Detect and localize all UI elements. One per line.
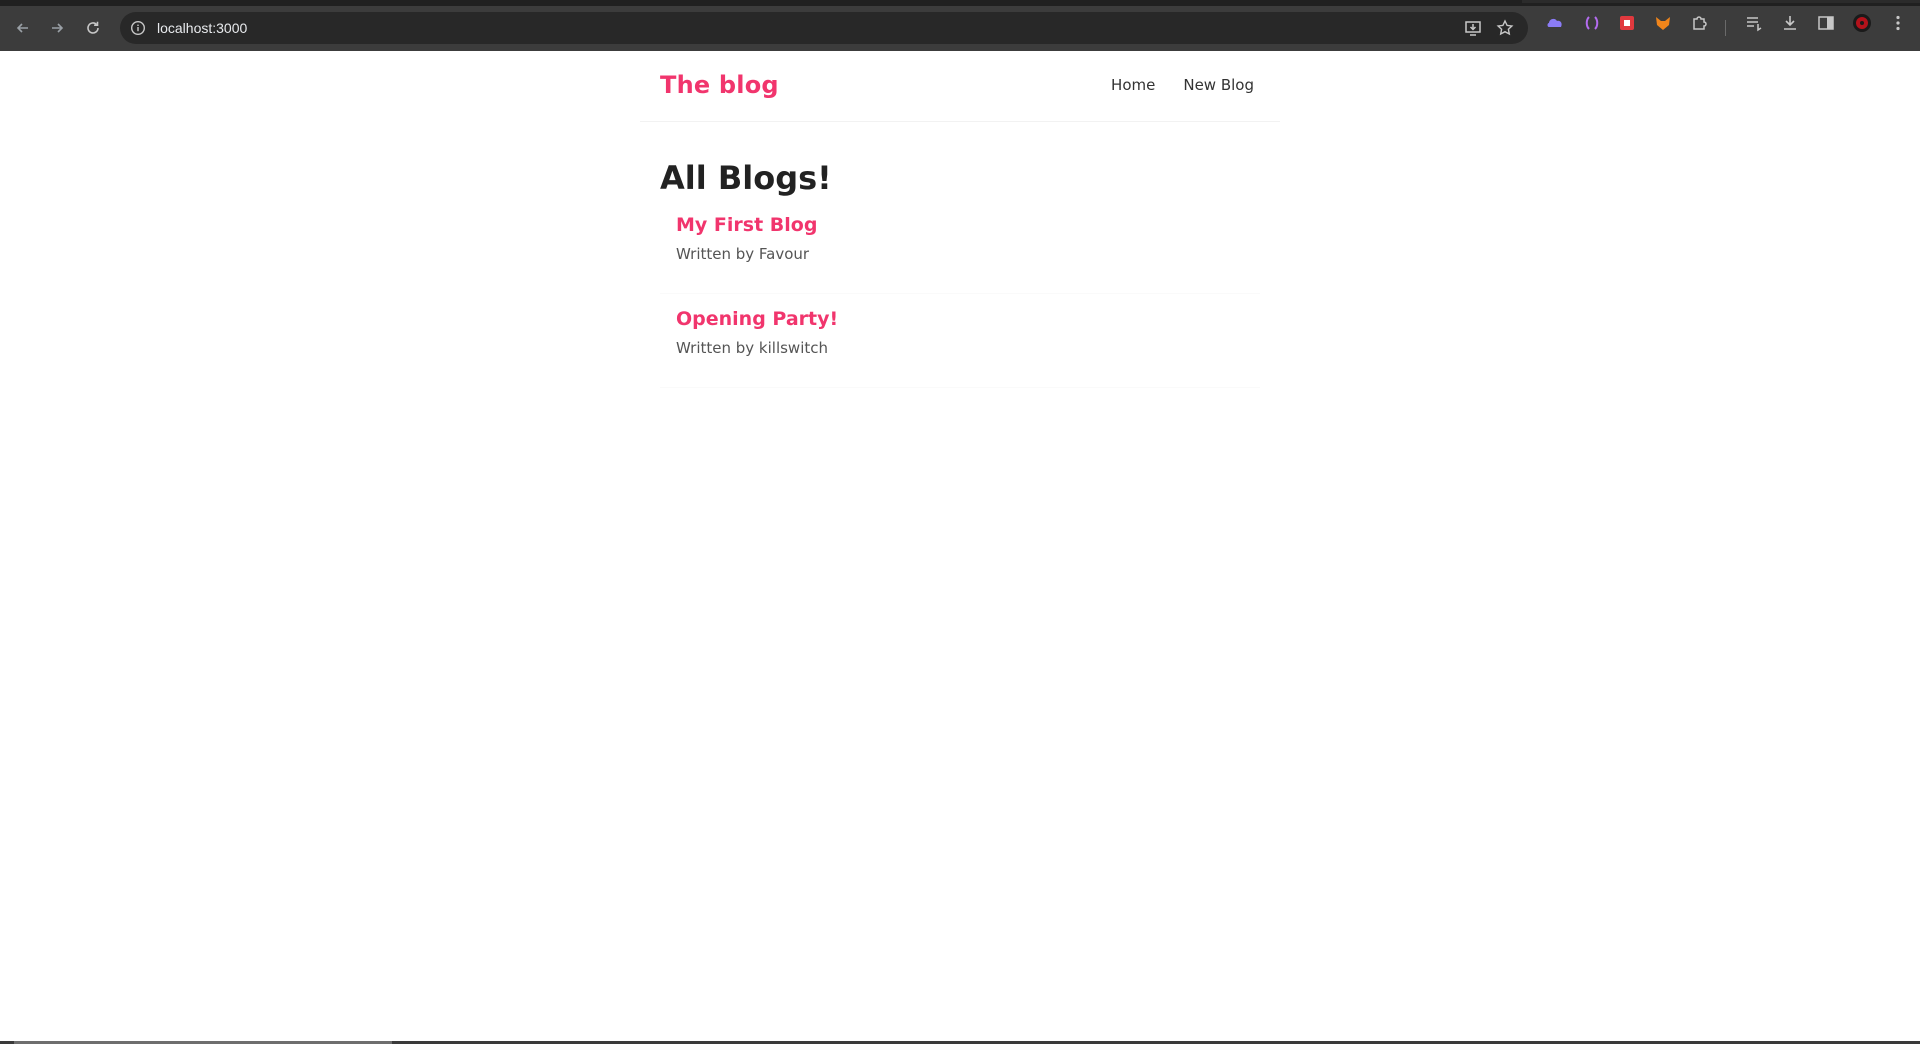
nav-links: Home New Blog [1111,75,1254,95]
bookmark-star-icon[interactable] [1496,19,1514,37]
page-viewport: The blog Home New Blog All Blogs! My Fir… [0,51,1920,1044]
install-app-icon[interactable] [1464,19,1482,37]
blog-title[interactable]: My First Blog [676,212,817,238]
nav-link-new-blog[interactable]: New Blog [1183,75,1254,95]
toolbar-separator [1725,20,1726,36]
fox-extension-icon[interactable] [1653,13,1673,33]
blog-preview[interactable]: My First Blog Written by Favour [660,200,1260,294]
info-icon[interactable] [130,20,146,36]
browser-chrome: localhost:3000 [0,0,1920,51]
url-text[interactable]: localhost:3000 [157,19,247,37]
red-extension-icon[interactable] [1617,13,1637,33]
cloud-extension-icon[interactable] [1545,13,1565,33]
download-icon[interactable] [1780,13,1800,33]
forward-button[interactable] [42,13,72,43]
page-title: All Blogs! [660,159,832,197]
tab-indicator [1522,0,1920,3]
reload-icon [87,21,99,34]
arrow-right-icon [52,23,64,33]
blog-author: Written by Favour [676,245,810,263]
reload-button[interactable] [78,13,108,43]
menu-kebab-icon[interactable] [1888,13,1908,33]
browser-toolbar: localhost:3000 [0,6,1920,51]
bracket-extension-icon[interactable] [1582,13,1602,33]
site-brand: The blog [660,71,779,99]
nav-link-home[interactable]: Home [1111,75,1155,95]
side-panel-icon[interactable] [1816,13,1836,33]
puzzle-extension-icon[interactable] [1690,13,1710,33]
back-button[interactable] [8,13,38,43]
arrow-left-icon [16,23,28,33]
profile-avatar-icon[interactable] [1852,13,1872,33]
site-navbar: The blog Home New Blog [640,51,1280,122]
address-bar[interactable]: localhost:3000 [120,12,1528,44]
blog-title[interactable]: Opening Party! [676,306,838,332]
reading-list-icon[interactable] [1744,13,1764,33]
blog-list: My First Blog Written by Favour Opening … [660,200,1260,388]
blog-preview[interactable]: Opening Party! Written by killswitch [660,294,1260,388]
blog-author: Written by killswitch [676,339,828,357]
